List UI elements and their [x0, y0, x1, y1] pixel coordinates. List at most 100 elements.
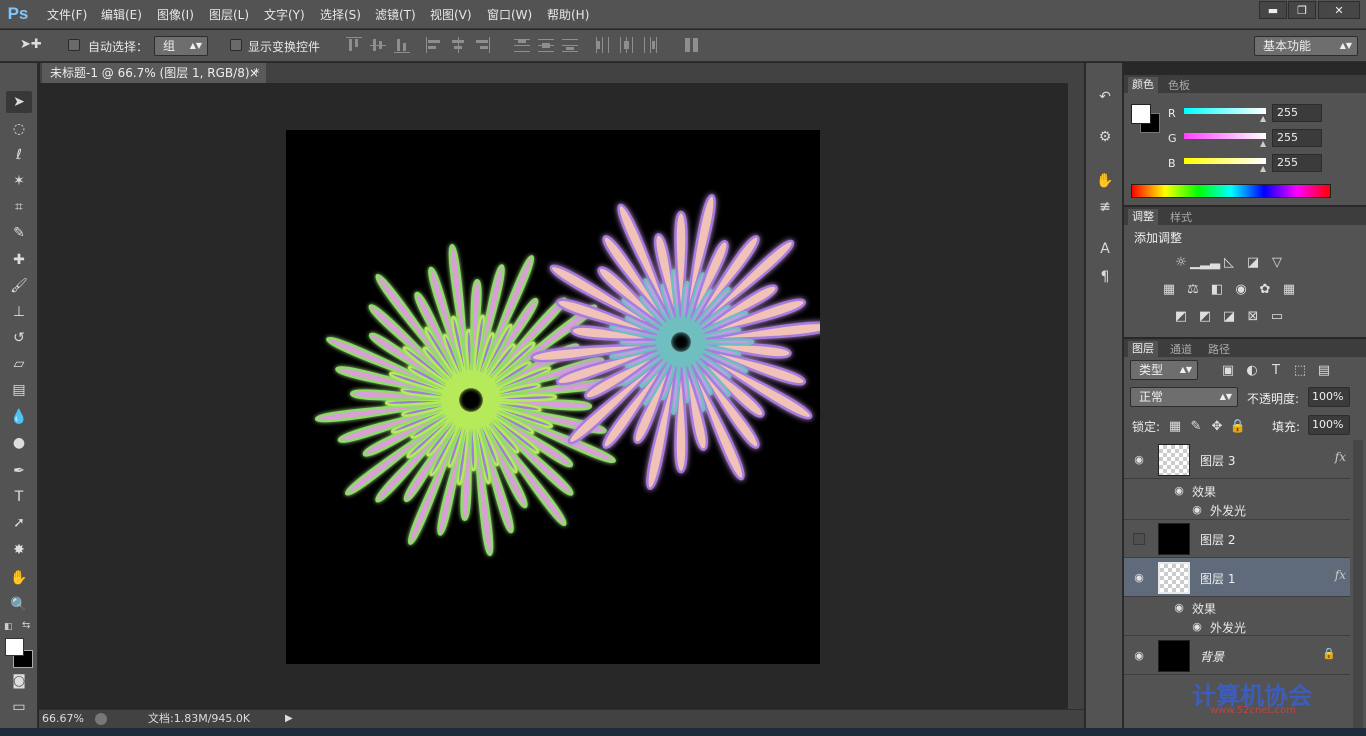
close-button[interactable]: ✕ — [1318, 1, 1360, 19]
layer-filter-dropdown[interactable]: 类型 ▲▼ — [1130, 360, 1198, 380]
outer-glow-row[interactable]: ◉ 外发光 — [1124, 500, 1350, 519]
share-icon[interactable] — [95, 713, 107, 725]
tab-channels[interactable]: 通道 — [1170, 341, 1192, 357]
distribute-right-icon[interactable] — [642, 37, 658, 53]
threshold-icon[interactable]: ◪ — [1221, 308, 1237, 324]
green-track[interactable] — [1184, 133, 1266, 139]
tab-color[interactable]: 颜色 — [1128, 77, 1158, 93]
channel-mixer-icon[interactable]: ✿ — [1257, 281, 1273, 297]
menu-layer[interactable]: 图层(L) — [209, 6, 249, 23]
menu-edit[interactable]: 编辑(E) — [101, 6, 142, 23]
menu-file[interactable]: 文件(F) — [47, 6, 87, 23]
filter-pixel-icon[interactable]: ▣ — [1220, 362, 1236, 378]
align-top-icon[interactable] — [346, 37, 362, 53]
history-brush-tool-icon[interactable]: ↺ — [6, 327, 32, 349]
auto-align-icon[interactable] — [684, 37, 700, 53]
black-white-icon[interactable]: ◧ — [1209, 281, 1225, 297]
default-colors-icon[interactable]: ◧ — [4, 622, 14, 632]
align-bottom-icon[interactable] — [394, 37, 410, 53]
red-track[interactable] — [1184, 108, 1266, 114]
lasso-tool-icon[interactable]: ℓ — [6, 144, 32, 166]
visibility-toggle-off[interactable] — [1133, 533, 1145, 545]
foreground-color-swatch[interactable] — [5, 638, 24, 656]
layer-row-selected[interactable]: ◉ 图层 1 fx — [1124, 558, 1350, 597]
visibility-eye-icon[interactable]: ◉ — [1190, 620, 1204, 633]
brush-tool-icon[interactable]: 🖌 — [6, 275, 32, 297]
photo-filter-icon[interactable]: ◉ — [1233, 281, 1249, 297]
invert-icon[interactable]: ◩ — [1173, 308, 1189, 324]
screen-mode-icon[interactable]: ▭ — [6, 696, 32, 718]
effects-row[interactable]: ◉ 效果 — [1124, 481, 1350, 500]
custom-shape-tool-icon[interactable]: ✸ — [6, 539, 32, 561]
brush-preset-panel-icon[interactable]: ✋ — [1095, 171, 1115, 191]
slider-knob-icon[interactable]: ▲ — [1260, 164, 1266, 173]
distribute-bottom-icon[interactable] — [562, 37, 578, 53]
layer-name[interactable]: 图层 1 — [1200, 570, 1235, 587]
document-canvas[interactable] — [286, 130, 820, 664]
lock-position-icon[interactable]: ✥ — [1209, 418, 1225, 434]
eraser-tool-icon[interactable]: ▱ — [6, 353, 32, 375]
properties-panel-icon[interactable]: ⚙ — [1095, 127, 1115, 147]
brightness-icon[interactable]: ☼ — [1173, 254, 1189, 270]
visibility-eye-icon[interactable]: ◉ — [1132, 571, 1146, 584]
tab-adjustments[interactable]: 调整 — [1128, 209, 1158, 225]
character-panel-icon[interactable]: A — [1095, 239, 1115, 259]
fx-icon[interactable]: fx — [1335, 450, 1346, 464]
tab-styles[interactable]: 样式 — [1170, 209, 1192, 225]
menu-type[interactable]: 文字(Y) — [264, 6, 305, 23]
show-transform-checkbox[interactable] — [230, 39, 242, 51]
restore-button[interactable]: ❐ — [1288, 1, 1316, 19]
align-left-icon[interactable] — [426, 37, 442, 53]
visibility-eye-icon[interactable]: ◉ — [1132, 649, 1146, 662]
magic-wand-tool-icon[interactable]: ✶ — [6, 170, 32, 192]
quick-mask-icon[interactable]: ◙ — [6, 670, 32, 692]
zoom-tool-icon[interactable]: 🔍 — [6, 594, 32, 616]
opacity-input[interactable]: 100% — [1308, 387, 1350, 407]
move-tool-icon[interactable]: ➤ — [6, 91, 32, 113]
distribute-top-icon[interactable] — [514, 37, 530, 53]
menu-view[interactable]: 视图(V) — [430, 6, 472, 23]
lock-pixels-icon[interactable]: ✎ — [1188, 418, 1204, 434]
align-right-icon[interactable] — [474, 37, 490, 53]
effects-row[interactable]: ◉ 效果 — [1124, 598, 1350, 617]
visibility-eye-icon[interactable]: ◉ — [1172, 601, 1186, 614]
red-value[interactable]: 255 — [1272, 104, 1322, 122]
foreground-swatch[interactable] — [1131, 104, 1151, 124]
type-tool-icon[interactable]: T — [6, 486, 32, 508]
visibility-eye-icon[interactable]: ◉ — [1190, 503, 1204, 516]
menu-select[interactable]: 选择(S) — [320, 6, 361, 23]
curves-icon[interactable]: ◺ — [1221, 254, 1237, 270]
blue-slider[interactable]: B ▲ 255 — [1168, 154, 1328, 174]
gradient-map-icon[interactable]: ▭ — [1269, 308, 1285, 324]
distribute-left-icon[interactable] — [594, 37, 610, 53]
filter-adjustment-icon[interactable]: ◐ — [1244, 362, 1260, 378]
align-vcenter-icon[interactable] — [370, 37, 386, 53]
filter-smart-object-icon[interactable]: ▤ — [1316, 362, 1332, 378]
lock-transparent-icon[interactable]: ▦ — [1167, 418, 1183, 434]
filter-shape-icon[interactable]: ⬚ — [1292, 362, 1308, 378]
blue-track[interactable] — [1184, 158, 1266, 164]
eyedropper-tool-icon[interactable]: ✎ — [6, 222, 32, 244]
blue-value[interactable]: 255 — [1272, 154, 1322, 172]
marquee-tool-icon[interactable]: ◌ — [6, 118, 32, 140]
healing-brush-tool-icon[interactable]: ✚ — [6, 249, 32, 271]
lock-all-icon[interactable]: 🔒 — [1230, 418, 1246, 434]
slider-knob-icon[interactable]: ▲ — [1260, 114, 1266, 123]
green-slider[interactable]: G ▲ 255 — [1168, 129, 1328, 149]
fx-icon[interactable]: fx — [1335, 568, 1346, 582]
green-value[interactable]: 255 — [1272, 129, 1322, 147]
clone-stamp-tool-icon[interactable]: ⊥ — [6, 301, 32, 323]
layer-row[interactable]: 图层 2 — [1124, 519, 1350, 558]
levels-icon[interactable]: ▁▂▃ — [1190, 254, 1220, 270]
menu-image[interactable]: 图像(I) — [157, 6, 194, 23]
menu-help[interactable]: 帮助(H) — [547, 6, 589, 23]
zoom-level[interactable]: 66.67% — [42, 710, 84, 728]
crop-tool-icon[interactable]: ⌗ — [6, 196, 32, 218]
layer-name[interactable]: 图层 2 — [1200, 531, 1235, 548]
menu-window[interactable]: 窗口(W) — [487, 6, 532, 23]
outer-glow-row[interactable]: ◉ 外发光 — [1124, 617, 1350, 636]
hue-saturation-icon[interactable]: ▦ — [1161, 281, 1177, 297]
auto-select-dropdown[interactable]: 组 ▲▼ — [154, 36, 208, 56]
fill-input[interactable]: 100% — [1308, 415, 1350, 435]
filter-type-icon[interactable]: T — [1268, 362, 1284, 378]
